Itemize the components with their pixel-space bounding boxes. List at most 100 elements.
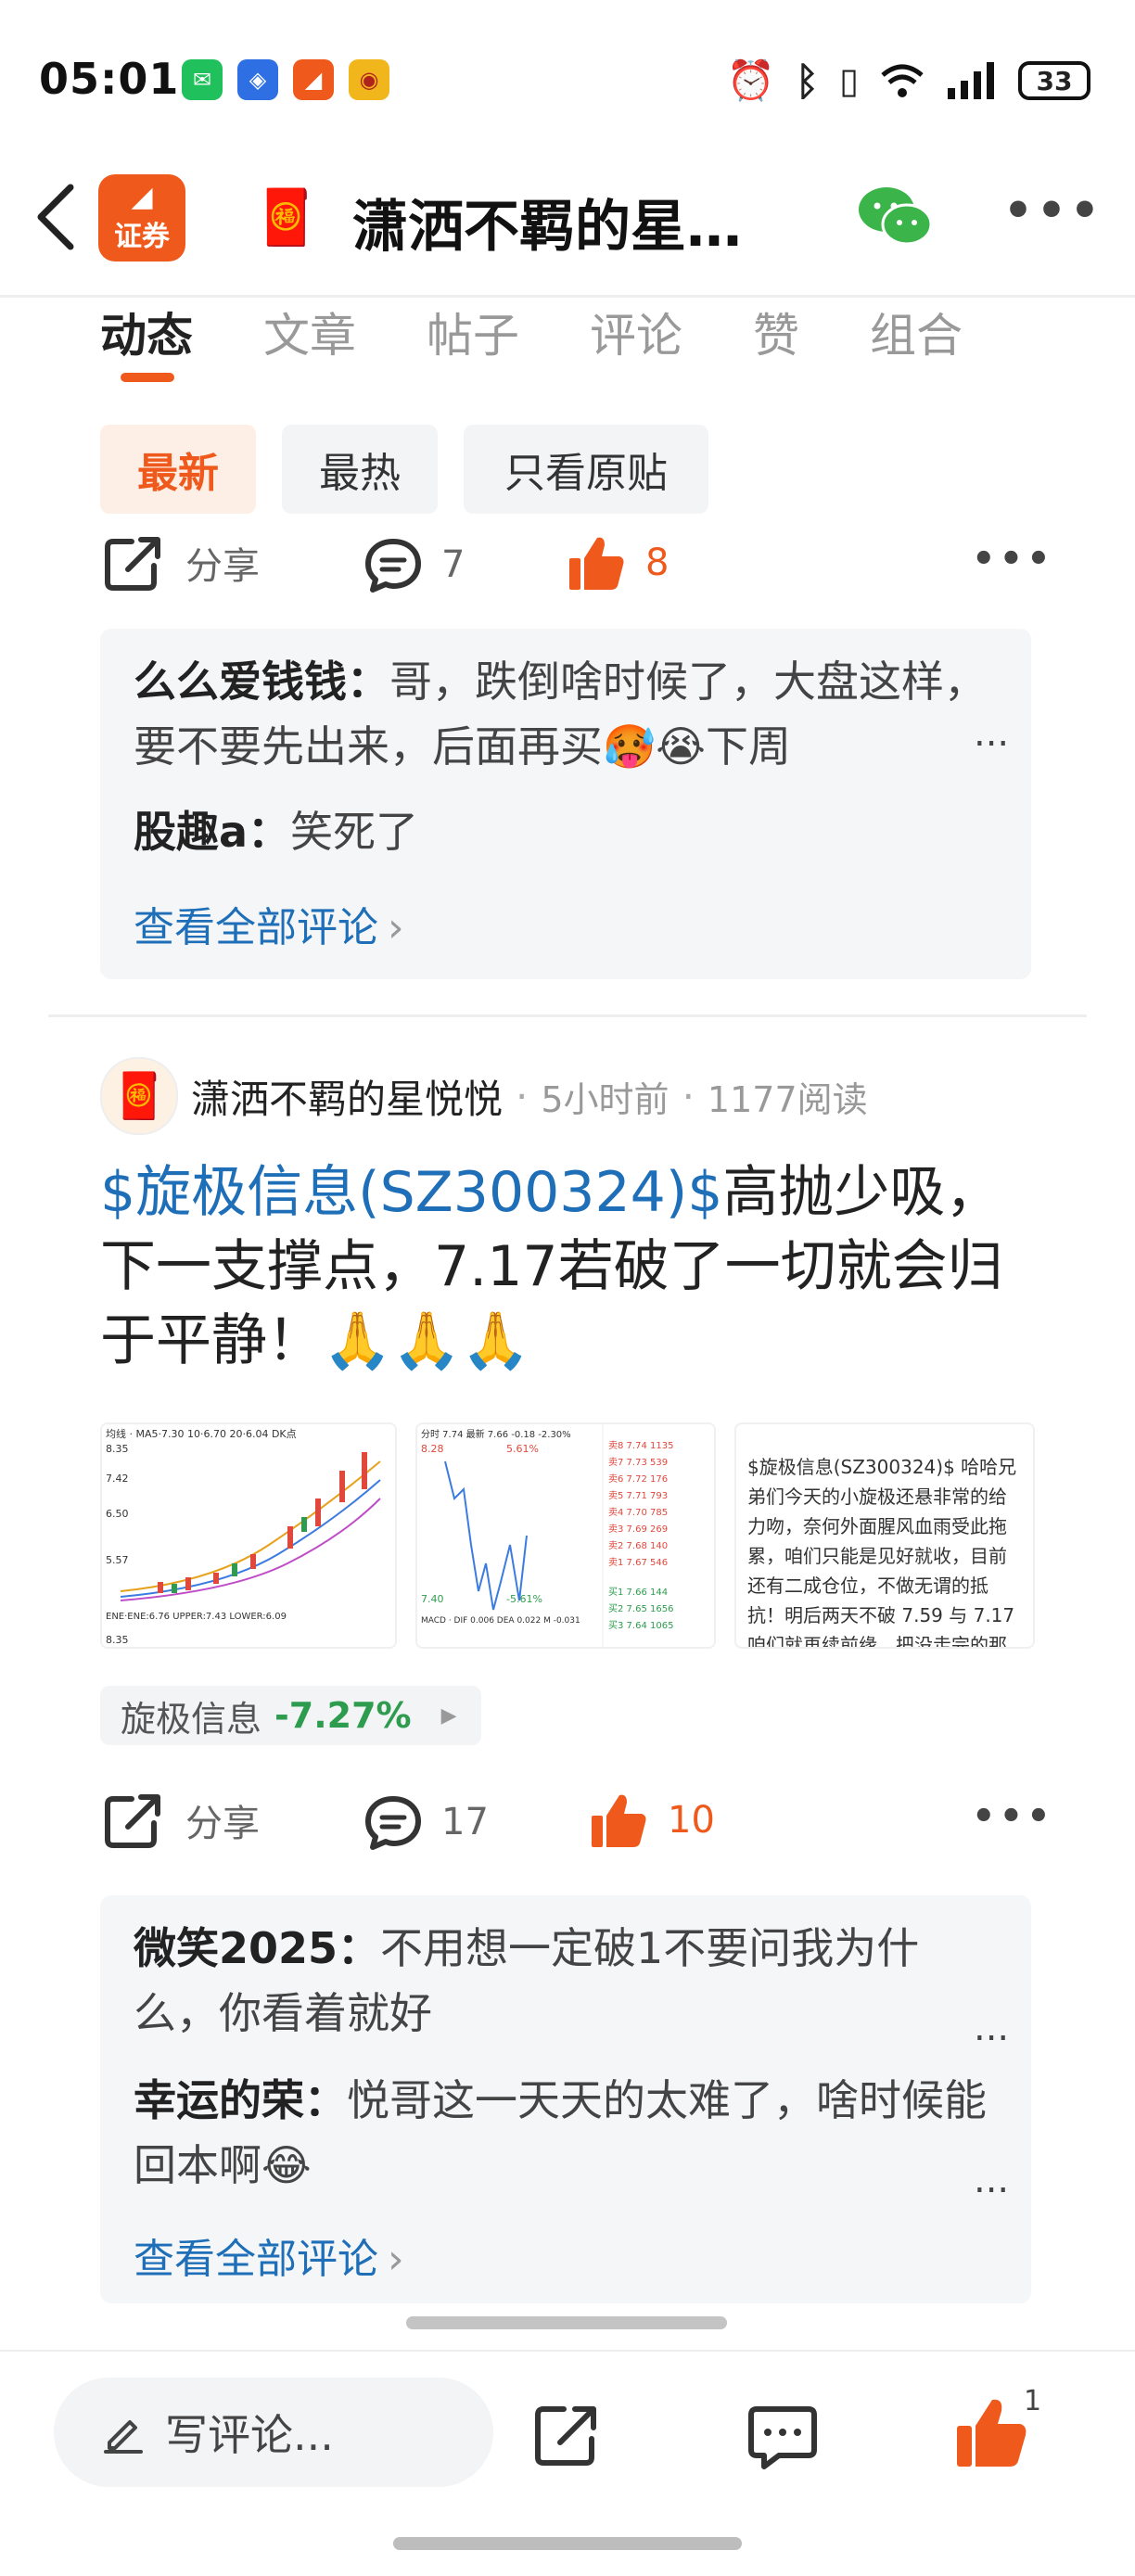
- svg-text:MACD · DIF 0.006 DEA 0.022 M -: MACD · DIF 0.006 DEA 0.022 M -0.031: [421, 1616, 580, 1626]
- post1-comment-button[interactable]: 7: [363, 536, 465, 593]
- comment-user[interactable]: 幸运的荣: [134, 2075, 304, 2125]
- brand-label: 证券: [114, 221, 170, 253]
- more-options-icon[interactable]: •••: [1003, 184, 1103, 237]
- back-arrow-icon[interactable]: [32, 182, 78, 252]
- tab-comments[interactable]: 评论: [590, 299, 682, 365]
- expand-ellipsis[interactable]: ...: [974, 2007, 1009, 2049]
- tab-posts[interactable]: 帖子: [427, 299, 519, 365]
- svg-text:卖1 7.67 546: 卖1 7.67 546: [608, 1557, 668, 1568]
- comment-user[interactable]: 么么爱钱钱: [134, 657, 347, 707]
- svg-text:卖6 7.72 176: 卖6 7.72 176: [608, 1473, 668, 1485]
- svg-text:均线 · MA5·7.30 10·6.70 20·6.04: 均线 · MA5·7.30 10·6.70 20·6.04 DK点: [106, 1427, 297, 1440]
- home-indicator[interactable]: [393, 2537, 742, 2550]
- signal-icon: [948, 62, 994, 99]
- comment-user[interactable]: 股趣a: [134, 807, 248, 857]
- thumbs-up-icon: [569, 537, 624, 590]
- post1-comments-panel: 么么爱钱钱：哥，跌倒啥时候了，大盘这样，要不要先出来，后面再买🥵😭下周 ... …: [100, 629, 1031, 979]
- author-avatar-header[interactable]: 🧧: [252, 180, 321, 254]
- tab-likes[interactable]: 赞: [753, 299, 799, 365]
- post2-more-icon[interactable]: •••: [972, 1795, 1054, 1838]
- post2-comment-button[interactable]: 17: [363, 1793, 489, 1851]
- share-icon: [105, 1794, 160, 1848]
- note-text: $旋极信息(SZ300324)$ 哈哈兄弟们今天的小旋极还悬非常的给力吻，奈何外…: [747, 1456, 1017, 1647]
- svg-text:8.35: 8.35: [106, 1443, 129, 1455]
- filter-hottest[interactable]: 最热: [282, 425, 438, 514]
- comment-count: 17: [441, 1801, 489, 1843]
- svg-text:ENE·ENE:6.76 UPPER:7.43 LOWER:: ENE·ENE:6.76 UPPER:7.43 LOWER:6.09: [106, 1612, 287, 1622]
- scroll-indicator[interactable]: [406, 2316, 727, 2329]
- svg-text:8.28: 8.28: [421, 1443, 444, 1455]
- comment-text: 笑死了: [290, 807, 419, 857]
- post2-share-button[interactable]: 分享: [104, 1792, 260, 1849]
- expand-ellipsis[interactable]: ...: [974, 712, 1009, 755]
- like-badge-count: 1: [1024, 2385, 1042, 2417]
- share-icon: [105, 537, 160, 591]
- post1-share-button[interactable]: 分享: [104, 534, 260, 592]
- comment-item[interactable]: 幸运的荣：悦哥这一天天的太难了，啥时候能回本啊😂: [134, 2068, 987, 2198]
- tab-portfolio[interactable]: 组合: [870, 299, 963, 365]
- post-title[interactable]: $旋极信息(SZ300324)$高抛少吸，下一支撑点，7.17若破了一切就会归于…: [100, 1155, 1037, 1378]
- thumbs-up-icon: [592, 1794, 646, 1847]
- post-image-kline[interactable]: 均线 · MA5·7.30 10·6.70 20·6.04 DK点 8.35 7…: [100, 1422, 397, 1649]
- comment-item[interactable]: 股趣a：笑死了: [134, 799, 418, 864]
- stock-quote-tag[interactable]: 旋极信息 -7.27% ▶: [100, 1686, 481, 1745]
- comment-bubble-icon: [365, 1796, 421, 1850]
- comment-placeholder: 写评论...: [165, 2410, 334, 2460]
- comment-count: 7: [441, 543, 465, 586]
- brand-logo[interactable]: ◢ 证券: [98, 174, 185, 261]
- share-button-icon[interactable]: [532, 2402, 601, 2468]
- svg-text:-5.61%: -5.61%: [506, 1593, 542, 1605]
- play-arrow-icon: ▶: [440, 1703, 457, 1728]
- svg-text:卖4 7.70 785: 卖4 7.70 785: [608, 1507, 668, 1518]
- comment-bubble-icon: [365, 539, 421, 593]
- svg-text:买2 7.65 1656: 买2 7.65 1656: [608, 1603, 673, 1614]
- view-all-comments-link[interactable]: 查看全部评论 ›: [134, 2225, 404, 2285]
- battery-indicator: 33: [1018, 61, 1090, 100]
- svg-text:7.42: 7.42: [106, 1473, 129, 1485]
- filter-original-only[interactable]: 只看原贴: [464, 425, 708, 514]
- view-all-comments-link[interactable]: 查看全部评论 ›: [134, 894, 404, 953]
- alarm-icon: ⏰: [726, 57, 775, 103]
- post-image-intraday[interactable]: 分时 7.74 最新 7.66 -0.18 -2.30% 8.28 5.61% …: [415, 1422, 716, 1649]
- post-divider: [48, 1014, 1087, 1017]
- svg-text:卖7 7.73 539: 卖7 7.73 539: [608, 1457, 668, 1468]
- header-divider: [0, 295, 1135, 298]
- expand-ellipsis[interactable]: ...: [974, 2159, 1009, 2201]
- svg-text:卖8 7.74 1135: 卖8 7.74 1135: [608, 1440, 673, 1451]
- post-time: 5小时前: [541, 1079, 670, 1120]
- vibrate-icon: ▯: [839, 60, 859, 101]
- svg-text:8.35: 8.35: [106, 1634, 129, 1646]
- post1-more-icon[interactable]: •••: [972, 538, 1054, 580]
- wechat-share-icon[interactable]: [857, 184, 933, 250]
- post1-like-button[interactable]: 8: [568, 534, 669, 592]
- comment-item[interactable]: 么么爱钱钱：哥，跌倒啥时候了，大盘这样，要不要先出来，后面再买🥵😭下周: [134, 649, 987, 779]
- wechat-notification-icon: ✉: [182, 59, 223, 100]
- stock-name: 旋极信息: [121, 1698, 262, 1740]
- like-count: 10: [668, 1799, 715, 1842]
- svg-text:5.57: 5.57: [106, 1554, 129, 1566]
- status-time: 05:01: [39, 54, 180, 104]
- bank-notification-icon: ◉: [349, 59, 389, 100]
- svg-text:7.40: 7.40: [421, 1593, 444, 1605]
- read-count: 1177阅读: [707, 1079, 868, 1120]
- brand-notification-icon: ◢: [293, 59, 334, 100]
- svg-text:分时 7.74 最新 7.66 -0.18 -2.30%: 分时 7.74 最新 7.66 -0.18 -2.30%: [421, 1428, 571, 1440]
- filter-latest[interactable]: 最新: [100, 425, 256, 514]
- comment-item[interactable]: 微笑2025：不用想一定破1不要问我为什么，你看着就好: [134, 1916, 987, 2046]
- status-icons: ⏰ ᛒ ▯ 33: [727, 57, 1090, 104]
- brand-mark-icon: ◢: [131, 181, 153, 213]
- like-count: 8: [645, 542, 670, 584]
- write-comment-input[interactable]: 写评论...: [54, 2378, 493, 2487]
- bluetooth-icon: ᛒ: [795, 57, 820, 104]
- stock-link[interactable]: $旋极信息(SZ300324)$: [100, 1160, 722, 1225]
- author-avatar[interactable]: 🧧: [100, 1057, 178, 1135]
- like-button-icon[interactable]: [955, 2396, 1029, 2468]
- tab-articles[interactable]: 文章: [263, 299, 356, 365]
- author-name[interactable]: 潇洒不羁的星悦悦: [191, 1068, 503, 1125]
- comment-user[interactable]: 微笑2025: [134, 1923, 338, 1973]
- message-icon[interactable]: [747, 2405, 818, 2470]
- page-title: 潇洒不羁的星…: [352, 195, 742, 260]
- post-image-text-note[interactable]: $旋极信息(SZ300324)$ 哈哈兄弟们今天的小旋极还悬非常的给力吻，奈何外…: [734, 1422, 1035, 1649]
- tab-dynamic[interactable]: 动态: [100, 299, 193, 382]
- post2-like-button[interactable]: 10: [590, 1792, 715, 1849]
